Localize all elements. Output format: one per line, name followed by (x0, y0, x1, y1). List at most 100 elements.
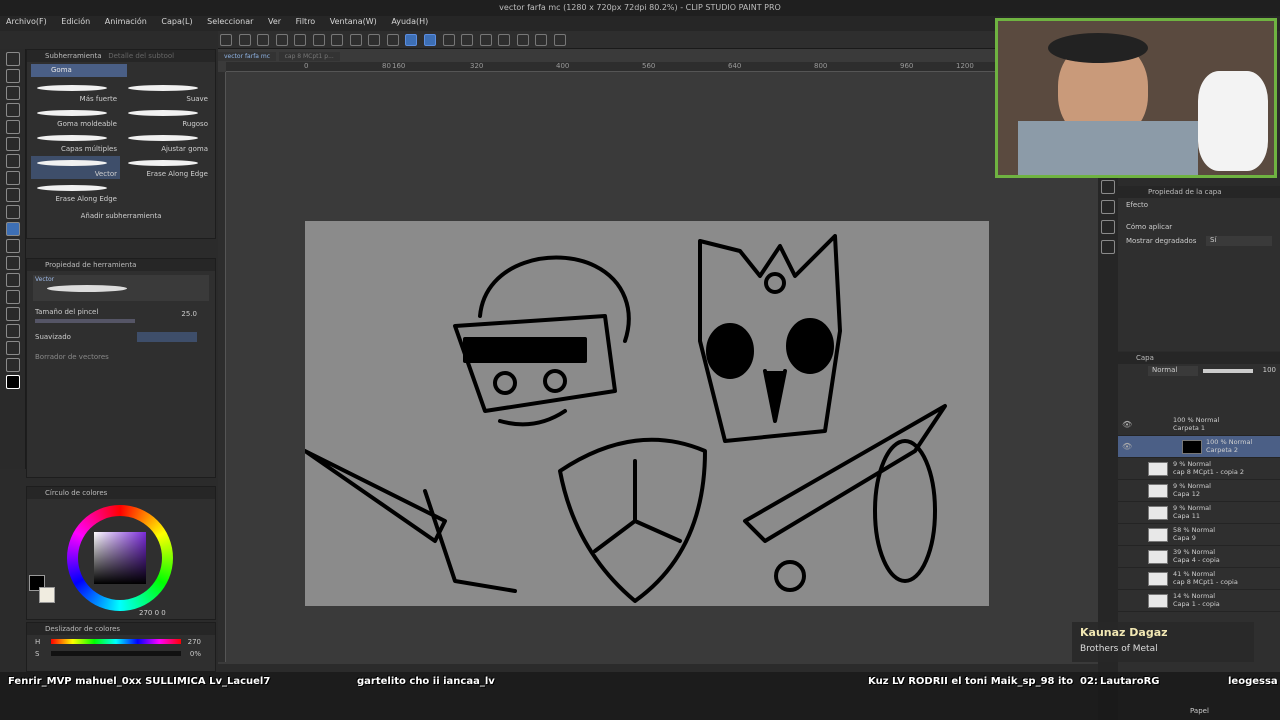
brush-suave[interactable]: Suave (122, 81, 211, 104)
deselect-icon[interactable] (386, 34, 399, 46)
sub-color[interactable] (39, 587, 55, 603)
history-icon[interactable] (1101, 220, 1115, 234)
menu-ayuda[interactable]: Ayuda(H) (385, 16, 434, 27)
device-icon[interactable] (553, 34, 566, 46)
gradient-tool-icon[interactable] (6, 273, 20, 287)
viewer-names-right: Kuz LV RODRII el toni Maik_sp_98 ito (868, 676, 1074, 687)
pose-icon[interactable] (516, 34, 529, 46)
subtool-tab[interactable]: Subherramienta Detalle del subtool (27, 50, 215, 62)
brush-size-value[interactable]: 25.0 (181, 310, 197, 318)
layer-opacity-slider[interactable] (1203, 369, 1253, 373)
smoothing-selector[interactable] (137, 332, 197, 342)
layer-property-icon[interactable] (1101, 200, 1115, 214)
eye-icon[interactable]: 👁 (1122, 442, 1132, 451)
brush-label: Rugoso (182, 120, 208, 128)
color-wheel[interactable] (67, 505, 173, 611)
brush-mas-fuerte[interactable]: Más fuerte (31, 81, 120, 104)
eyedropper-tool-icon[interactable] (6, 137, 20, 151)
layer-item-selected[interactable]: 👁 100 % Normal Carpeta 2 (1118, 436, 1280, 458)
transform-icon[interactable] (368, 34, 381, 46)
doc-tab-active[interactable]: vector farfa mc (218, 52, 277, 61)
snap-guide-icon[interactable] (424, 34, 437, 46)
zoom-fit-icon[interactable] (498, 34, 511, 46)
eraser-group-tab[interactable]: Goma (31, 64, 127, 77)
brush-ajustar-goma[interactable]: Ajustar goma (122, 131, 211, 154)
zoom-tool-icon[interactable] (6, 52, 20, 66)
clear-icon[interactable] (331, 34, 344, 46)
layer-item[interactable]: 41 % Normal cap 8 MCpt1 - copia (1118, 568, 1280, 590)
layer-item[interactable]: 14 % Normal Capa 1 - copia (1118, 590, 1280, 612)
export-icon[interactable] (275, 34, 288, 46)
layer-opacity-value[interactable]: 100 (1263, 366, 1276, 374)
main-color-swatch[interactable] (6, 375, 20, 389)
menu-animacion[interactable]: Animación (99, 16, 153, 27)
menu-filtro[interactable]: Filtro (290, 16, 322, 27)
pen-tool-icon[interactable] (6, 154, 20, 168)
add-subtool-button[interactable]: Añadir subherramienta (27, 212, 215, 220)
vector-eraser-row[interactable]: Borrador de vectores (27, 350, 215, 364)
redo-icon[interactable] (312, 34, 325, 46)
rotate-icon[interactable] (461, 34, 474, 46)
brush-rugoso[interactable]: Rugoso (122, 106, 211, 129)
layer-item[interactable]: 9 % Normal Capa 12 (1118, 480, 1280, 502)
figure-tool-icon[interactable] (6, 290, 20, 304)
flip-icon[interactable] (479, 34, 492, 46)
artwork-canvas[interactable] (303, 221, 989, 606)
eraser-tool-icon[interactable] (6, 222, 20, 236)
saturation-slider[interactable] (51, 651, 181, 656)
ruler-mark: 80 (382, 62, 391, 70)
brush-capas-multiples[interactable]: Capas múltiples (31, 131, 120, 154)
brush-vector[interactable]: Vector (31, 156, 120, 179)
menu-edicion[interactable]: Edición (55, 16, 96, 27)
menu-ventana[interactable]: Ventana(W) (324, 16, 383, 27)
airbrush-tool-icon[interactable] (6, 205, 20, 219)
pencil-tool-icon[interactable] (6, 171, 20, 185)
lasso-tool-icon[interactable] (6, 120, 20, 134)
brush-goma-moldeable[interactable]: Goma moldeable (31, 106, 120, 129)
brush-stroke-preview (37, 110, 107, 116)
layer-item[interactable]: 👁 100 % Normal Carpeta 1 (1118, 414, 1280, 436)
navigator-icon[interactable] (1101, 180, 1115, 194)
subtool-detail-tab[interactable]: Detalle del subtool (108, 52, 174, 60)
correct-line-tool-icon[interactable] (6, 358, 20, 372)
fill-icon[interactable] (349, 34, 362, 46)
balloon-tool-icon[interactable] (6, 341, 20, 355)
layer-item[interactable]: 58 % Normal Capa 9 (1118, 524, 1280, 546)
fill-tool-icon[interactable] (6, 256, 20, 270)
frame-tool-icon[interactable] (6, 307, 20, 321)
undo-icon[interactable] (294, 34, 307, 46)
eye-icon[interactable]: 👁 (1122, 420, 1132, 429)
brush-erase-along-edge[interactable]: Erase Along Edge (122, 156, 211, 179)
menu-ver[interactable]: Ver (262, 16, 287, 27)
layer-thumbnail (1182, 440, 1202, 454)
select-tool-icon[interactable] (6, 103, 20, 117)
hue-slider[interactable] (51, 639, 181, 644)
blend-mode-select[interactable]: Normal (1148, 366, 1198, 376)
brush-erase-along-edge-2[interactable]: Erase Along Edge (31, 181, 120, 204)
snap-ruler-icon[interactable] (405, 34, 418, 46)
blend-tool-icon[interactable] (6, 239, 20, 253)
menu-capa[interactable]: Capa(L) (155, 16, 198, 27)
layer-item[interactable]: 39 % Normal Capa 4 - copia (1118, 546, 1280, 568)
bucket-icon[interactable] (535, 34, 548, 46)
color-square[interactable] (94, 532, 146, 584)
viewer-name-leogessa: leogessa (1228, 676, 1278, 687)
new-icon[interactable] (220, 34, 232, 46)
menu-seleccionar[interactable]: Seleccionar (201, 16, 259, 27)
layer-thumbnail (1148, 484, 1168, 498)
ruler-horizontal: 0 80 160 320 400 560 640 800 960 1200 (226, 62, 996, 72)
move-tool-icon[interactable] (6, 86, 20, 100)
layer-item[interactable]: 9 % Normal Capa 11 (1118, 502, 1280, 524)
open-icon[interactable] (238, 34, 251, 46)
save-icon[interactable] (257, 34, 270, 46)
snap-grid-icon[interactable] (442, 34, 455, 46)
doc-tab-2[interactable]: cap 8 MCpt1 p... (278, 52, 340, 61)
brush-size-slider[interactable] (35, 319, 135, 323)
show-gradients-select[interactable]: Sí (1206, 236, 1272, 246)
hand-tool-icon[interactable] (6, 69, 20, 83)
material-icon[interactable] (1101, 240, 1115, 254)
layer-item[interactable]: 9 % Normal cap 8 MCpt1 - copia 2 (1118, 458, 1280, 480)
text-tool-icon[interactable] (6, 324, 20, 338)
brush-tool-icon[interactable] (6, 188, 20, 202)
menu-archivo[interactable]: Archivo(F) (0, 16, 53, 27)
